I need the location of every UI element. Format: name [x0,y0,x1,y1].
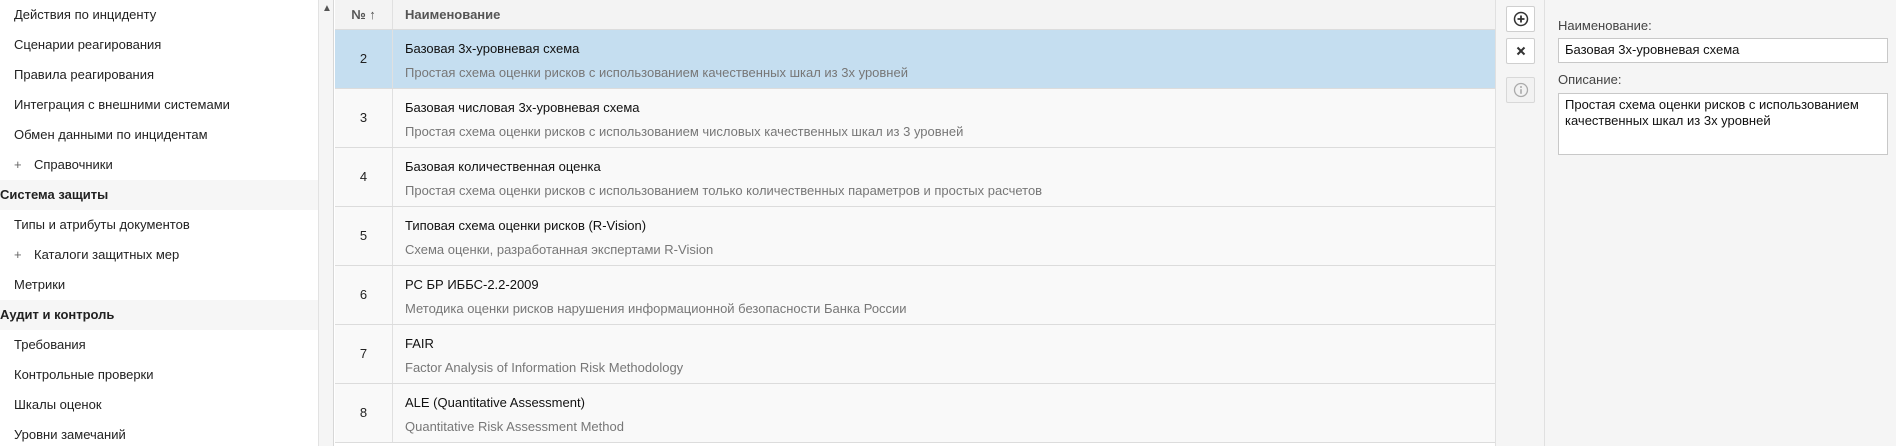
actions-toolbar [1495,0,1545,446]
row-title: Базовая числовая 3х-уровневая схема [405,100,640,115]
scroll-up-arrow-icon[interactable]: ▲ [319,0,335,18]
sidebar-item-response-scenarios[interactable]: Сценарии реагирования [0,30,318,60]
sidebar-item-label: Типы и атрибуты документов [14,217,190,232]
row-number: 8 [335,384,393,442]
sidebar-item-label: Правила реагирования [14,67,155,82]
sidebar-item-label: Метрики [14,277,66,292]
row-description: Factor Analysis of Information Risk Meth… [405,360,684,375]
row-title: Базовая количественная оценка [405,159,601,174]
schemes-table: № ↑ Наименование 2 Базовая 3х-уровневая … [335,0,1495,446]
row-title: РС БР ИББС-2.2-2009 [405,277,539,292]
row-description: Простая схема оценки рисков с использова… [405,183,1043,198]
row-number: 4 [335,148,393,206]
row-number: 5 [335,207,393,265]
row-description: Quantitative Risk Assessment Method [405,419,624,434]
table-row[interactable]: 4 Базовая количественная оценка Простая … [335,148,1495,207]
table-row[interactable]: 8 ALE (Quantitative Assessment) Quantita… [335,384,1495,443]
sidebar-group-label: Аудит и контроль [0,307,115,322]
row-number: 7 [335,325,393,383]
table-row[interactable]: 7 FAIR Factor Analysis of Information Ri… [335,325,1495,384]
expand-plus-icon[interactable]: + [14,150,34,180]
name-field[interactable]: Базовая 3х-уровневая схема [1558,38,1888,63]
table-header: № ↑ Наименование [335,0,1495,30]
expand-plus-icon[interactable]: + [14,240,34,270]
table-row[interactable]: 3 Базовая числовая 3х-уровневая схема Пр… [335,89,1495,148]
sidebar-item-label: Интеграция с внешними системами [14,97,230,112]
name-label: Наименование: [1558,18,1652,33]
row-description: Простая схема оценки рисков с использова… [405,65,908,80]
row-number: 3 [335,89,393,147]
sidebar-item-incident-actions[interactable]: Действия по инциденту [0,0,318,30]
sidebar-item-document-types[interactable]: Типы и атрибуты документов [0,210,318,240]
column-header-number[interactable]: № ↑ [335,0,393,29]
sidebar-scrollbar[interactable]: ▲ [318,0,334,446]
delete-button[interactable] [1506,38,1535,64]
sidebar-item-incident-data-exchange[interactable]: Обмен данными по инцидентам [0,120,318,150]
sidebar-item-label: Действия по инциденту [14,7,157,22]
row-number: 2 [335,30,393,88]
sidebar-item-label: Каталоги защитных мер [34,247,180,262]
info-button[interactable] [1506,77,1535,103]
close-icon [1516,46,1525,56]
sidebar-group-protection-system[interactable]: Система защиты [0,180,318,210]
sidebar-item-label: Обмен данными по инцидентам [14,127,208,142]
sidebar-item-label: Справочники [34,157,113,172]
row-title: Базовая 3х-уровневая схема [405,41,580,56]
row-title: Типовая схема оценки рисков (R-Vision) [405,218,647,233]
row-title: FAIR [405,336,434,351]
row-description: Схема оценки, разработанная экспертами R… [405,242,714,257]
description-label: Описание: [1558,72,1622,87]
sidebar-item-label: Сценарии реагирования [14,37,162,52]
detail-panel: Наименование: Базовая 3х-уровневая схема… [1545,0,1896,446]
row-title: ALE (Quantitative Assessment) [405,395,585,410]
info-icon [1513,82,1528,98]
description-field[interactable]: Простая схема оценки рисков с использова… [1558,93,1888,155]
sidebar-item-rating-scales[interactable]: Шкалы оценок [0,390,318,420]
row-description: Методика оценки рисков нарушения информа… [405,301,907,316]
sidebar-item-label: Контрольные проверки [14,367,154,382]
sidebar-nav: Действия по инциденту Сценарии реагирова… [0,0,318,446]
table-row[interactable]: 2 Базовая 3х-уровневая схема Простая схе… [335,30,1495,89]
row-description: Простая схема оценки рисков с использова… [405,124,964,139]
sidebar-group-label: Система защиты [0,187,109,202]
row-number: 6 [335,266,393,324]
sidebar-item-protective-measure-catalogs[interactable]: + Каталоги защитных мер [0,240,318,270]
sidebar-group-audit-control[interactable]: Аудит и контроль [0,300,318,330]
column-header-name[interactable]: Наименование [405,0,500,29]
plus-circle-icon [1513,11,1528,27]
sidebar-item-requirements[interactable]: Требования [0,330,318,360]
sidebar-item-control-checks[interactable]: Контрольные проверки [0,360,318,390]
sidebar-item-directories[interactable]: + Справочники [0,150,318,180]
add-button[interactable] [1506,6,1535,32]
sidebar-item-label: Шкалы оценок [14,397,102,412]
table-row[interactable]: 5 Типовая схема оценки рисков (R-Vision)… [335,207,1495,266]
sidebar-item-metrics[interactable]: Метрики [0,270,318,300]
sidebar-item-finding-levels[interactable]: Уровни замечаний [0,420,318,446]
sidebar-item-label: Уровни замечаний [14,427,126,442]
sidebar-item-label: Требования [14,337,86,352]
table-row[interactable]: 6 РС БР ИББС-2.2-2009 Методика оценки ри… [335,266,1495,325]
sidebar-item-integration[interactable]: Интеграция с внешними системами [0,90,318,120]
sidebar-item-response-rules[interactable]: Правила реагирования [0,60,318,90]
